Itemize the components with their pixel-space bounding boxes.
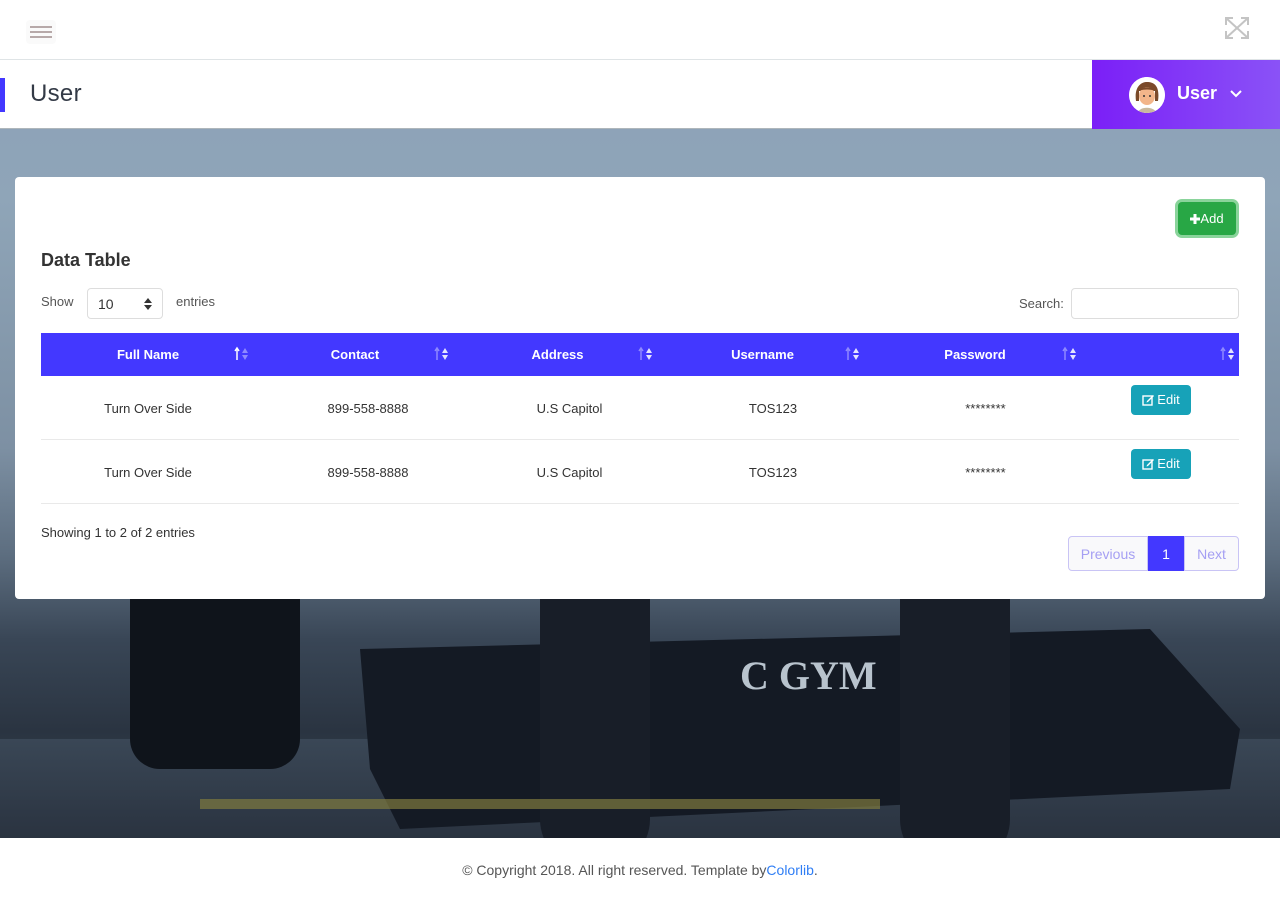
chevron-down-icon — [1229, 86, 1243, 100]
edit-icon — [1142, 458, 1155, 470]
cell-full-name: Turn Over Side — [104, 400, 192, 416]
page-header: User User — [0, 60, 1280, 129]
table-row: Turn Over Side 899-558-8888 U.S Capitol … — [41, 440, 1239, 504]
previous-page-button[interactable]: Previous — [1068, 536, 1148, 571]
add-button-label: Add — [1200, 211, 1224, 226]
copyright-text: © Copyright 2018. All right reserved. Te… — [462, 862, 767, 878]
sort-asc-icon — [234, 346, 248, 360]
cell-contact: 899-558-8888 — [327, 400, 409, 416]
menu-line — [30, 26, 52, 28]
hamburger-menu-icon[interactable] — [26, 20, 56, 44]
sort-both-icon — [1062, 346, 1076, 360]
column-header-password[interactable]: Password — [865, 333, 1085, 376]
edit-button-label: Edit — [1157, 456, 1180, 471]
search-input[interactable] — [1071, 288, 1239, 319]
menu-line — [30, 36, 52, 38]
cell-username: TOS123 — [748, 400, 798, 416]
sort-both-icon — [434, 346, 448, 360]
users-table: Full Name Contact Address Username Passw… — [41, 333, 1239, 504]
cell-actions: Edit — [1083, 440, 1239, 504]
entries-label: entries — [176, 294, 216, 309]
colorlib-link[interactable]: Colorlib — [766, 862, 813, 878]
cell-username: TOS123 — [748, 464, 798, 480]
title-accent-bar — [0, 78, 5, 112]
column-header-actions[interactable] — [1085, 333, 1239, 376]
user-avatar — [1129, 77, 1165, 113]
table-info: Showing 1 to 2 of 2 entries — [41, 525, 195, 540]
cell-password: ******** — [965, 400, 1006, 416]
column-header-address[interactable]: Address — [455, 333, 660, 376]
data-table-card: Add Data Table Show 10 entries Search: F… — [15, 177, 1265, 599]
card-title: Data Table — [41, 250, 131, 270]
cell-password: ******** — [965, 464, 1006, 480]
column-label: Username — [731, 347, 794, 362]
column-label: Password — [944, 347, 1006, 362]
column-header-contact[interactable]: Contact — [255, 333, 455, 376]
select-arrows-icon — [144, 298, 152, 310]
cell-actions: Edit — [1083, 376, 1239, 440]
menu-line — [30, 31, 52, 33]
page-title: User — [30, 80, 82, 107]
cell-address: U.S Capitol — [536, 464, 603, 480]
gym-logo-text: C GYM — [740, 653, 877, 698]
entries-length-select[interactable]: 10 — [87, 288, 163, 319]
show-label: Show — [41, 294, 74, 309]
edit-button[interactable]: Edit — [1131, 384, 1191, 415]
user-name: User — [1177, 83, 1218, 103]
column-label: Full Name — [116, 347, 180, 362]
pagination: Previous 1 Next — [1068, 536, 1239, 571]
sort-both-icon — [845, 346, 859, 360]
edit-icon — [1142, 394, 1155, 406]
page-1-button[interactable]: 1 — [1148, 536, 1184, 571]
expand-fullscreen-icon[interactable] — [1222, 14, 1252, 42]
sort-both-icon — [1220, 346, 1234, 360]
add-button[interactable]: Add — [1178, 202, 1236, 235]
next-page-button[interactable]: Next — [1184, 536, 1239, 571]
user-menu-dropdown[interactable]: User — [1092, 60, 1280, 129]
search-label: Search: — [1019, 296, 1064, 311]
sort-both-icon — [638, 346, 652, 360]
column-header-full-name[interactable]: Full Name — [41, 333, 255, 376]
entries-length-value: 10 — [98, 296, 114, 312]
table-row: Turn Over Side 899-558-8888 U.S Capitol … — [41, 376, 1239, 440]
plus-icon — [1190, 213, 1201, 224]
footer: © Copyright 2018. All right reserved. Te… — [0, 838, 1280, 902]
top-bar — [0, 0, 1280, 60]
cell-contact: 899-558-8888 — [327, 464, 409, 480]
footer-suffix: . — [813, 862, 818, 878]
edit-button-label: Edit — [1157, 392, 1180, 407]
edit-button[interactable]: Edit — [1131, 448, 1191, 479]
cell-address: U.S Capitol — [536, 400, 603, 416]
column-label: Address — [531, 347, 584, 362]
table-header: Full Name Contact Address Username Passw… — [41, 333, 1239, 376]
column-header-username[interactable]: Username — [660, 333, 865, 376]
column-label: Contact — [330, 347, 380, 362]
cell-full-name: Turn Over Side — [104, 464, 192, 480]
